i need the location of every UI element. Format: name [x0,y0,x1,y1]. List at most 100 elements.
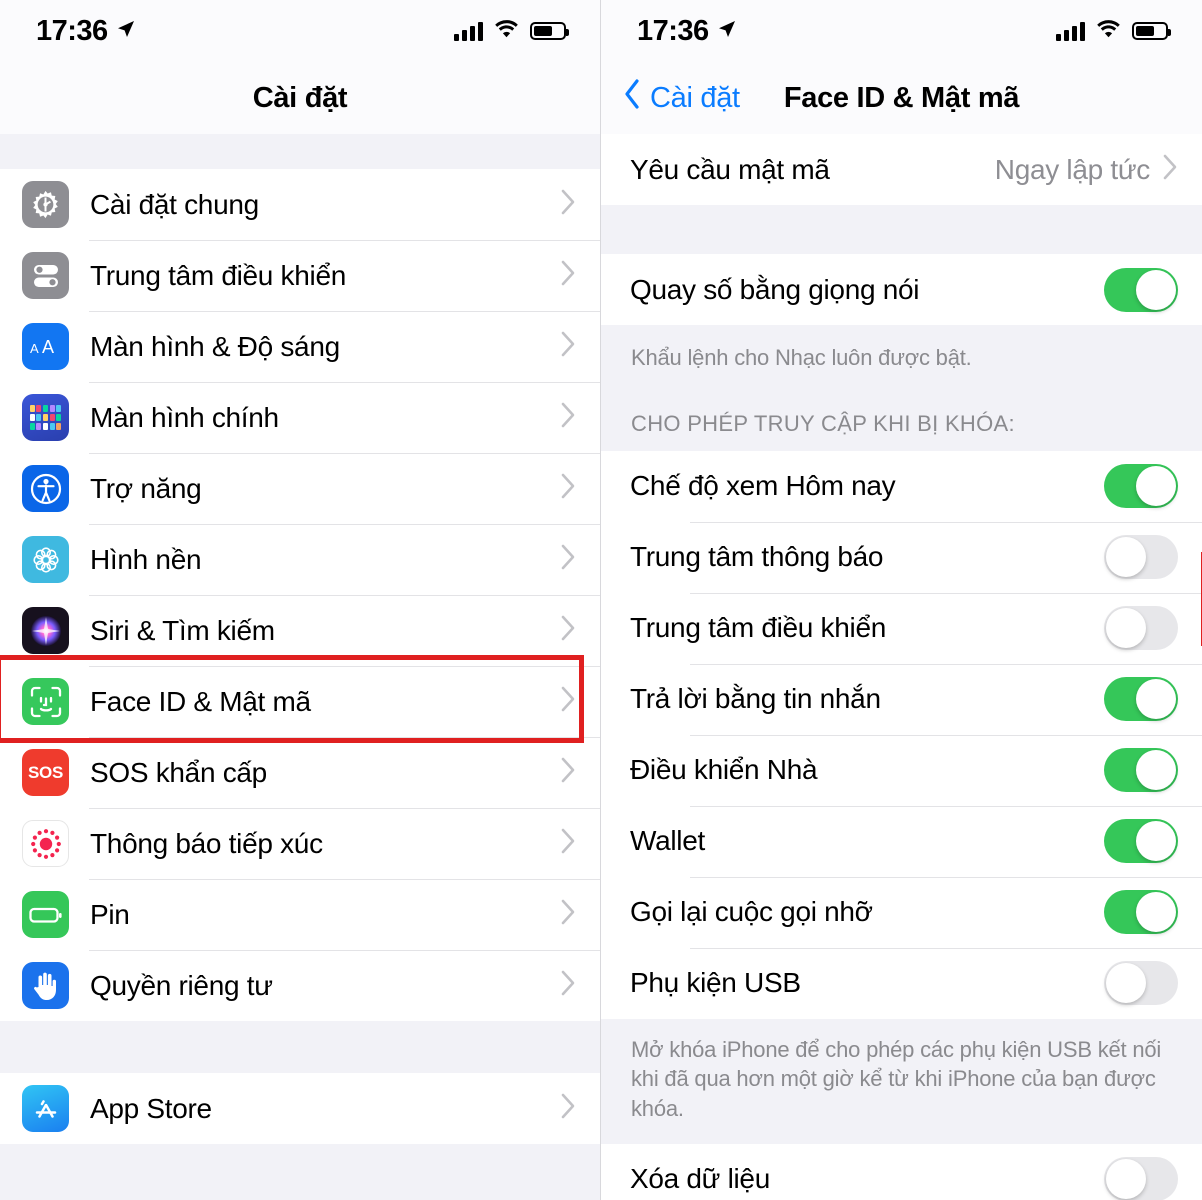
sidebar-item-general[interactable]: Cài đặt chung [0,169,600,240]
sidebar-item-label: App Store [90,1092,212,1124]
chevron-right-icon [561,1093,576,1124]
sidebar-item-face-id-passcode[interactable]: Face ID & Mật mã [0,666,600,737]
row-label: Wallet [630,825,705,857]
row-notification-center[interactable]: Trung tâm thông báo [601,521,1202,593]
svg-text:A: A [42,337,54,357]
svg-text:A: A [30,341,39,356]
status-bar-right-group [1056,19,1171,43]
cellular-signal-icon [1056,21,1085,41]
sidebar-item-label: Hình nền [90,543,202,575]
sidebar-item-label: Pin [90,898,130,930]
sidebar-item-label: Trợ năng [90,472,202,504]
chevron-left-icon [624,79,641,117]
sidebar-item-display-brightness[interactable]: A A Màn hình & Độ sáng [0,311,600,382]
siri-icon [22,607,69,654]
chevron-right-icon [561,899,576,930]
sidebar-item-control-center[interactable]: Trung tâm điều khiển [0,240,600,311]
chevron-right-icon [1163,154,1178,185]
row-voice-dial[interactable]: Quay số bằng giọng nói [601,254,1202,325]
sidebar-item-label: Màn hình chính [90,401,279,433]
sidebar-item-siri-search[interactable]: Siri & Tìm kiếm [0,595,600,666]
row-label: Trả lời bằng tin nhắn [630,683,881,715]
row-control-center[interactable]: Trung tâm điều khiển [601,592,1202,664]
section-gap [0,134,600,169]
sidebar-item-privacy[interactable]: Quyền riêng tư [0,950,600,1021]
back-button-label: Cài đặt [650,81,740,114]
sidebar-item-battery[interactable]: Pin [0,879,600,950]
cellular-signal-icon [454,21,483,41]
locked-access-section: Chế độ xem Hôm nay Trung tâm thông báo T… [601,450,1202,1019]
exposure-notification-icon [22,820,69,867]
row-label: Trung tâm điều khiển [630,612,886,644]
sidebar-item-label: Cài đặt chung [90,188,259,220]
chevron-right-icon [561,757,576,788]
row-label: Xóa dữ liệu [630,1163,770,1195]
chevron-right-icon [561,260,576,291]
usb-accessories-footnote: Mở khóa iPhone để cho phép các phụ kiện … [601,1018,1202,1144]
sidebar-item-app-store[interactable]: App Store [0,1073,600,1144]
back-button[interactable]: Cài đặt [624,79,740,117]
page-title: Cài đặt [252,81,348,114]
face-id-passcode-screen: 17:36 Cài đặt Face ID & Mật mã Yêu cầu m… [601,0,1202,1200]
privacy-hand-icon [22,962,69,1009]
toggle-wallet[interactable] [1104,819,1178,864]
row-erase-data[interactable]: Xóa dữ liệu [601,1143,1202,1200]
sidebar-item-wallpaper[interactable]: Hình nền [0,524,600,595]
row-label: Yêu cầu mật mã [630,153,830,185]
chevron-right-icon [561,686,576,717]
toggle-return-missed-calls[interactable] [1104,890,1178,935]
row-wallet[interactable]: Wallet [601,805,1202,877]
toggle-control-center[interactable] [1104,606,1178,651]
sidebar-item-accessibility[interactable]: Trợ năng [0,453,600,524]
toggle-notification-center[interactable] [1104,535,1178,580]
sidebar-item-home-screen[interactable]: Màn hình chính [0,382,600,453]
wallpaper-icon [22,536,69,583]
require-passcode-section: Yêu cầu mật mã Ngay lập tức [601,134,1202,205]
sidebar-item-emergency-sos[interactable]: SOS SOS khẩn cấp [0,737,600,808]
toggle-home-control[interactable] [1104,748,1178,793]
status-bar-left-group: 17:36 [36,15,136,48]
row-reply-with-message[interactable]: Trả lời bằng tin nhắn [601,663,1202,735]
toggle-reply-with-message[interactable] [1104,677,1178,722]
row-require-passcode[interactable]: Yêu cầu mật mã Ngay lập tức [601,134,1202,205]
wifi-icon [1096,19,1121,43]
chevron-right-icon [561,970,576,1001]
chevron-right-icon [561,331,576,362]
toggle-voice-dial[interactable] [1104,267,1178,312]
voice-dial-section: Quay số bằng giọng nói [601,254,1202,325]
status-time: 17:36 [36,14,108,47]
status-bar-left: 17:36 [0,0,600,62]
toggle-today-view[interactable] [1104,464,1178,509]
home-screen-icon [22,394,69,441]
nav-bar-right: Cài đặt Face ID & Mật mã [601,62,1202,134]
sidebar-item-exposure-notifications[interactable]: Thông báo tiếp xúc [0,808,600,879]
chevron-right-icon [561,473,576,504]
sos-icon: SOS [22,749,69,796]
display-brightness-icon: A A [22,323,69,370]
dual-screenshot-comparison: 17:36 Cài đặt Cài đặt chung Trung tâm đi… [0,0,1202,1200]
row-label: Quay số bằng giọng nói [630,273,920,305]
sidebar-item-label: Trung tâm điều khiển [90,259,346,291]
nav-bar-left: Cài đặt [0,62,600,134]
toggle-usb-accessories[interactable] [1104,961,1178,1006]
chevron-right-icon [561,189,576,220]
control-center-icon [22,252,69,299]
status-bar-left-group: 17:36 [637,15,737,48]
sidebar-item-label: Siri & Tìm kiếm [90,614,275,646]
sidebar-item-label: Face ID & Mật mã [90,685,311,717]
chevron-right-icon [561,615,576,646]
row-today-view[interactable]: Chế độ xem Hôm nay [601,450,1202,522]
battery-icon [22,891,69,938]
row-return-missed-calls[interactable]: Gọi lại cuộc gọi nhỡ [601,876,1202,948]
toggle-erase-data[interactable] [1104,1157,1178,1200]
sidebar-item-label: Màn hình & Độ sáng [90,330,340,362]
row-home-control[interactable]: Điều khiển Nhà [601,734,1202,806]
chevron-right-icon [561,402,576,433]
section-gap-bottom [0,1144,600,1200]
locked-access-header: CHO PHÉP TRUY CẬP KHI BỊ KHÓA: [601,376,1202,451]
sidebar-item-label: Quyền riêng tư [90,969,273,1001]
row-usb-accessories[interactable]: Phụ kiện USB [601,947,1202,1019]
row-label: Gọi lại cuộc gọi nhỡ [630,896,873,928]
status-time: 17:36 [637,14,709,47]
chevron-right-icon [561,544,576,575]
